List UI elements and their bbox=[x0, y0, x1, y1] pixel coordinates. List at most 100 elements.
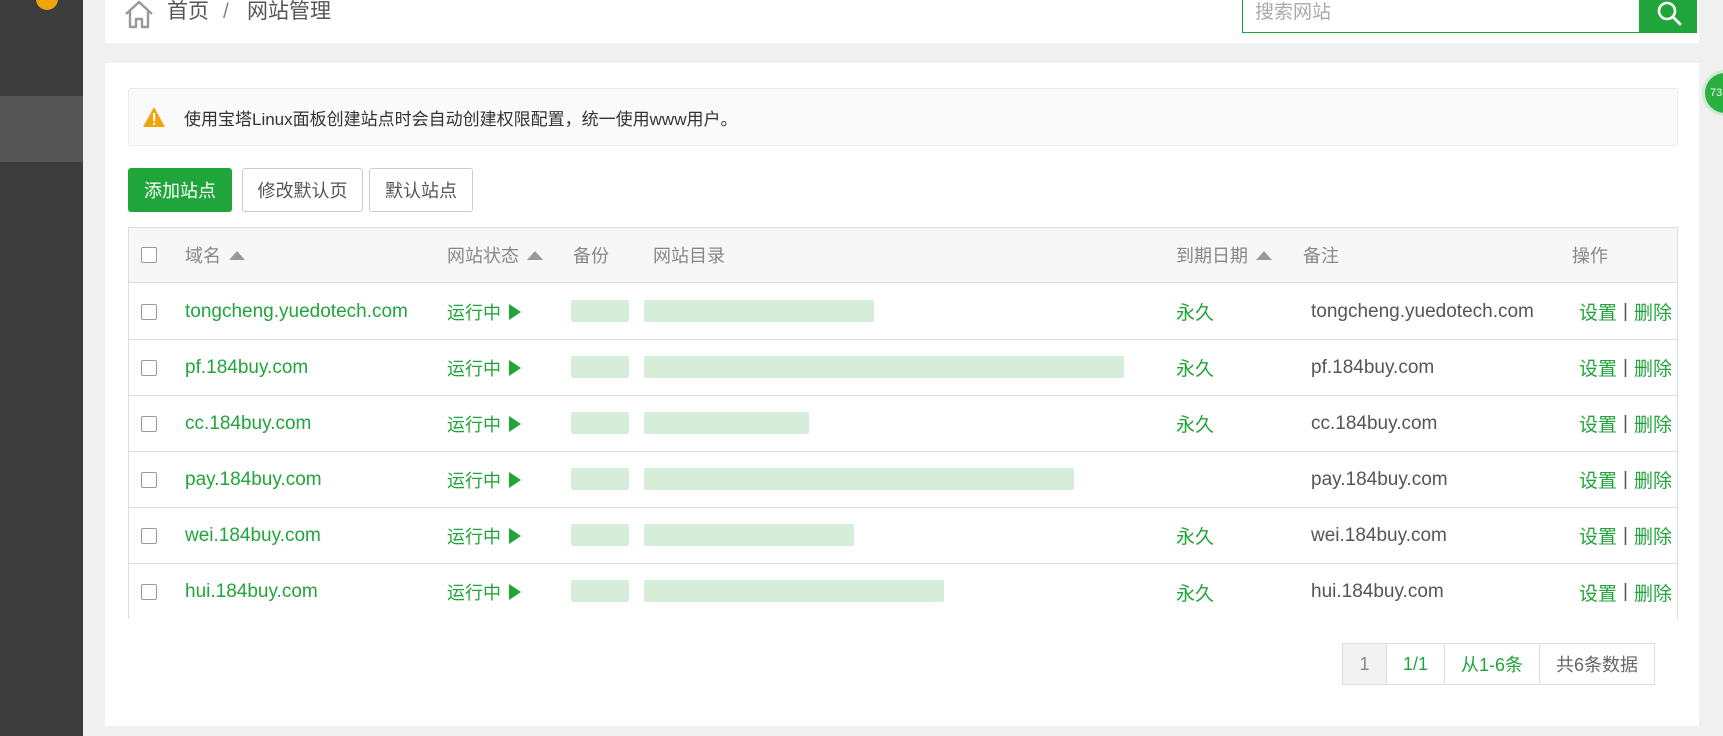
row-checkbox[interactable] bbox=[141, 359, 157, 376]
site-expiry[interactable]: 永久 bbox=[1176, 340, 1214, 395]
play-icon bbox=[509, 303, 521, 320]
ops-separator: | bbox=[1623, 524, 1628, 546]
site-remark[interactable]: hui.184buy.com bbox=[1311, 564, 1444, 620]
home-icon[interactable] bbox=[123, 0, 155, 30]
backup-blurred bbox=[571, 300, 629, 322]
top-bar: 首页 / 网站管理 bbox=[105, 0, 1699, 43]
header-ops: 操作 bbox=[1572, 246, 1608, 266]
site-status[interactable]: 运行中 bbox=[447, 508, 521, 563]
select-all-checkbox[interactable] bbox=[141, 247, 157, 263]
row-select-cell bbox=[141, 284, 157, 339]
header-status[interactable]: 网站状态 bbox=[447, 228, 543, 282]
site-status[interactable]: 运行中 bbox=[447, 340, 521, 395]
site-expiry[interactable]: 永久 bbox=[1176, 508, 1214, 563]
delete-link[interactable]: 删除 bbox=[1634, 354, 1672, 381]
site-domain-link[interactable]: tongcheng.yuedotech.com bbox=[185, 284, 408, 339]
site-expiry[interactable]: 永久 bbox=[1176, 564, 1214, 620]
default-site-button[interactable]: 默认站点 bbox=[369, 168, 473, 212]
settings-link[interactable]: 设置 bbox=[1579, 466, 1617, 493]
row-ops: 设置 | 删除 bbox=[1579, 452, 1672, 507]
directory-blurred bbox=[644, 300, 874, 322]
delete-link[interactable]: 删除 bbox=[1634, 522, 1672, 549]
float-widget[interactable]: 73 bbox=[1702, 70, 1723, 116]
header-expiry[interactable]: 到期日期 bbox=[1176, 228, 1272, 282]
play-icon bbox=[509, 584, 521, 600]
row-ops: 设置 | 删除 bbox=[1579, 284, 1672, 339]
site-domain-link[interactable]: cc.184buy.com bbox=[185, 396, 311, 451]
row-ops: 设置 | 删除 bbox=[1579, 396, 1672, 451]
site-status[interactable]: 运行中 bbox=[447, 564, 521, 620]
site-expiry[interactable]: 永久 bbox=[1176, 396, 1214, 451]
site-status[interactable]: 运行中 bbox=[447, 396, 521, 451]
site-remark[interactable]: tongcheng.yuedotech.com bbox=[1311, 284, 1534, 339]
row-checkbox[interactable] bbox=[141, 471, 157, 488]
backup-blurred bbox=[571, 412, 629, 434]
search-icon bbox=[1657, 1, 1681, 25]
row-checkbox[interactable] bbox=[141, 303, 157, 320]
page-current[interactable]: 1 bbox=[1343, 644, 1387, 684]
delete-link[interactable]: 删除 bbox=[1634, 298, 1672, 325]
table-row: tongcheng.yuedotech.com 运行中 永久 tongcheng.yu… bbox=[129, 284, 1677, 340]
backup-blurred bbox=[571, 356, 629, 378]
site-domain-link[interactable]: pay.184buy.com bbox=[185, 452, 322, 507]
site-domain-link[interactable]: pf.184buy.com bbox=[185, 340, 308, 395]
row-select-cell bbox=[141, 452, 157, 507]
settings-link[interactable]: 设置 bbox=[1579, 410, 1617, 437]
site-status[interactable]: 运行中 bbox=[447, 452, 521, 507]
play-icon bbox=[509, 471, 521, 488]
play-icon bbox=[509, 527, 521, 544]
header-backup: 备份 bbox=[573, 246, 609, 266]
select-all-cell bbox=[141, 228, 157, 282]
site-remark[interactable]: wei.184buy.com bbox=[1311, 508, 1447, 563]
edit-default-page-button[interactable]: 修改默认页 bbox=[242, 168, 363, 212]
delete-link[interactable]: 删除 bbox=[1634, 579, 1672, 606]
row-select-cell bbox=[141, 340, 157, 395]
notification-dot[interactable] bbox=[36, 0, 58, 10]
backup-blurred bbox=[571, 468, 629, 490]
site-remark[interactable]: pay.184buy.com bbox=[1311, 452, 1448, 507]
row-checkbox[interactable] bbox=[141, 415, 157, 432]
backup-blurred bbox=[571, 580, 629, 602]
search-input[interactable] bbox=[1242, 0, 1640, 33]
table-row: pf.184buy.com 运行中 永久 pf.184buy.com 设置 | 删除 bbox=[129, 340, 1677, 396]
pagination: 1 1/1 从1-6条 共6条数据 bbox=[1342, 643, 1656, 685]
settings-link[interactable]: 设置 bbox=[1579, 298, 1617, 325]
page-range: 从1-6条 bbox=[1445, 644, 1541, 684]
play-icon bbox=[509, 415, 521, 432]
site-remark[interactable]: cc.184buy.com bbox=[1311, 396, 1437, 451]
settings-link[interactable]: 设置 bbox=[1579, 579, 1617, 606]
site-domain-link[interactable]: hui.184buy.com bbox=[185, 564, 318, 620]
table-row: wei.184buy.com 运行中 永久 wei.184buy.com 设置 | 删除 bbox=[129, 508, 1677, 564]
header-status-label: 网站状态 bbox=[447, 246, 519, 266]
breadcrumb-home[interactable]: 首页 bbox=[167, 0, 209, 24]
ops-separator: | bbox=[1623, 300, 1628, 322]
site-status-label: 运行中 bbox=[447, 358, 501, 379]
table-row: pay.184buy.com 运行中 pay.184buy.com 设置 | 删除 bbox=[129, 452, 1677, 508]
sidebar-item-websites[interactable] bbox=[0, 96, 83, 162]
site-status[interactable]: 运行中 bbox=[447, 284, 521, 339]
table-row: hui.184buy.com 运行中 永久 hui.184buy.com 设置 | 删除 bbox=[129, 564, 1677, 620]
directory-blurred bbox=[644, 468, 1074, 490]
row-ops: 设置 | 删除 bbox=[1579, 508, 1672, 563]
settings-link[interactable]: 设置 bbox=[1579, 522, 1617, 549]
directory-blurred bbox=[644, 412, 809, 434]
site-expiry[interactable]: 永久 bbox=[1176, 284, 1214, 339]
sort-asc-icon bbox=[527, 250, 543, 260]
ops-separator: | bbox=[1623, 581, 1628, 602]
row-select-cell bbox=[141, 508, 157, 563]
site-domain-link[interactable]: wei.184buy.com bbox=[185, 508, 321, 563]
header-expiry-label: 到期日期 bbox=[1176, 246, 1248, 266]
sites-table: 域名 网站状态 备份 网站目录 到期日期 备注 操作 tongcheng.yue… bbox=[128, 227, 1678, 620]
table-row: cc.184buy.com 运行中 永久 cc.184buy.com 设置 | 删除 bbox=[129, 396, 1677, 452]
add-site-button[interactable]: 添加站点 bbox=[128, 168, 232, 212]
header-domain[interactable]: 域名 bbox=[185, 228, 245, 282]
site-status-label: 运行中 bbox=[447, 470, 501, 491]
directory-blurred bbox=[644, 580, 944, 602]
site-remark[interactable]: pf.184buy.com bbox=[1311, 340, 1434, 395]
delete-link[interactable]: 删除 bbox=[1634, 410, 1672, 437]
row-checkbox[interactable] bbox=[141, 584, 157, 600]
search-button[interactable] bbox=[1640, 0, 1697, 33]
delete-link[interactable]: 删除 bbox=[1634, 466, 1672, 493]
row-checkbox[interactable] bbox=[141, 527, 157, 544]
settings-link[interactable]: 设置 bbox=[1579, 354, 1617, 381]
